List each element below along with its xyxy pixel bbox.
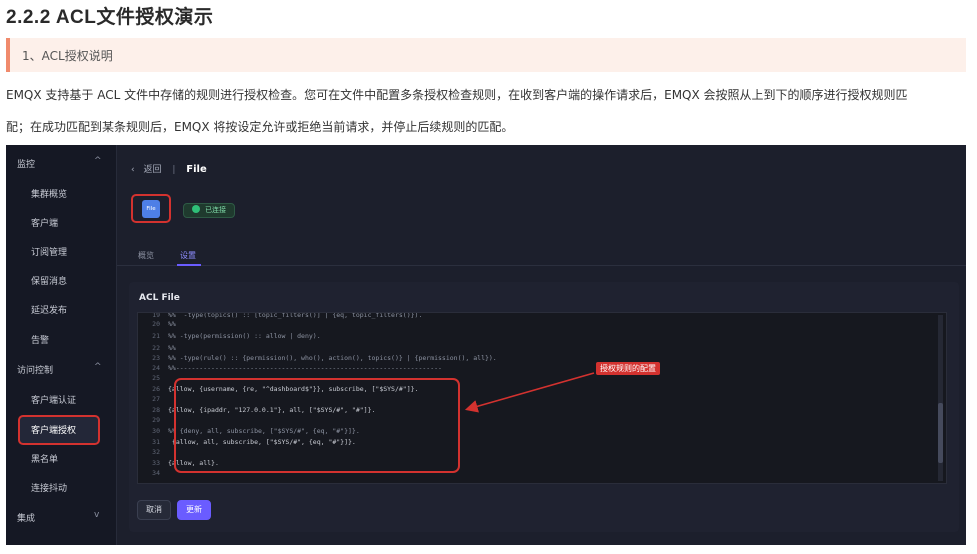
sidebar-item-label: 集成 [17, 514, 36, 524]
chevron-up-icon[interactable]: ^ [94, 156, 102, 166]
chevron-up-icon[interactable]: ^ [94, 362, 102, 372]
sidebar-item[interactable]: 告警 [6, 329, 116, 349]
sidebar-item[interactable]: 保留消息 [6, 270, 116, 290]
sidebar-item-label: 客户端认证 [31, 396, 77, 406]
sidebar-group[interactable]: 监控 ^ [6, 153, 116, 173]
sidebar-group[interactable]: 访问控制 ^ [6, 359, 116, 379]
sidebar-item-label: 监控 [17, 160, 36, 170]
sidebar-item[interactable]: 连接抖动 [6, 477, 116, 497]
tab-overview[interactable]: 概览 [138, 250, 154, 261]
sidebar-item[interactable]: 客户端 [6, 212, 116, 232]
sidebar: 监控 ^ 集群概览客户端订阅管理保留消息延迟发布告警访问控制 ^ 客户端认证客户端授权黑… [6, 145, 116, 545]
sidebar-item-label: 连接抖动 [31, 484, 68, 494]
sidebar-item-label: 客户端 [31, 219, 59, 229]
callout-text: 1、ACL授权说明 [22, 49, 113, 63]
cancel-button[interactable]: 取消 [137, 500, 171, 520]
tab-active-underline [177, 264, 201, 266]
tab-settings[interactable]: 设置 [180, 250, 196, 261]
sidebar-item[interactable]: 黑名单 [6, 448, 116, 468]
status-text: 已连接 [205, 206, 226, 214]
callout-box: 1、ACL授权说明 [6, 38, 966, 72]
sidebar-item[interactable]: 客户端授权 [6, 419, 116, 439]
file-badge-highlight: File [131, 194, 171, 223]
connected-dot-icon [192, 205, 200, 213]
paragraph-line-2: 配；在成功匹配到某条规则后，EMQX 将按设定允许或拒绝当前请求，并停止后续规则… [6, 120, 514, 134]
update-button[interactable]: 更新 [177, 500, 211, 520]
sidebar-item-label: 访问控制 [17, 366, 54, 376]
acl-file-card: ACL File 34 33 {allow, all}. 32 31 {allow, a… [129, 282, 959, 532]
sidebar-item-label: 保留消息 [31, 277, 68, 287]
status-badge: 已连接 [183, 203, 235, 218]
back-link[interactable]: 返回 [143, 165, 161, 175]
sidebar-item-label: 集群概览 [31, 190, 68, 200]
sidebar-item-label: 延迟发布 [31, 306, 68, 316]
file-icon: File [142, 200, 160, 218]
sidebar-group[interactable]: 集成 v [6, 507, 116, 527]
back-chevron-icon[interactable]: ‹ [131, 165, 135, 175]
acl-file-title: ACL File [139, 293, 180, 303]
sidebar-item-label: 黑名单 [31, 455, 59, 465]
acl-code-editor[interactable]: 34 33 {allow, all}. 32 31 {allow, all, subsc… [137, 312, 947, 484]
sidebar-item[interactable]: 订阅管理 [6, 241, 116, 261]
chevron-down-icon[interactable]: v [94, 510, 99, 520]
paragraph-line-1: EMQX 支持基于 ACL 文件中存储的规则进行授权检查。您可在文件中配置多条授… [6, 88, 908, 102]
main-content: ‹ 返回 | File File 已连接 概览 设置 ACL File 34 33… [116, 145, 966, 545]
sidebar-item-label: 告警 [31, 336, 50, 346]
sidebar-item[interactable]: 延迟发布 [6, 299, 116, 319]
sidebar-item-label: 订阅管理 [31, 248, 68, 258]
tab-bar: 概览 设置 [117, 244, 966, 266]
doc-heading: 2.2.2 ACL文件授权演示 [6, 7, 214, 28]
breadcrumb: ‹ 返回 | File [131, 162, 207, 175]
sidebar-item-label: 客户端授权 [31, 426, 77, 436]
sidebar-item[interactable]: 客户端认证 [6, 389, 116, 409]
sidebar-item[interactable]: 集群概览 [6, 183, 116, 203]
annotation-arrow-icon [464, 372, 595, 413]
dashboard-screenshot: 监控 ^ 集群概览客户端订阅管理保留消息延迟发布告警访问控制 ^ 客户端认证客户端授权黑… [6, 145, 966, 545]
breadcrumb-current: File [186, 164, 207, 175]
breadcrumb-separator: | [172, 165, 176, 175]
